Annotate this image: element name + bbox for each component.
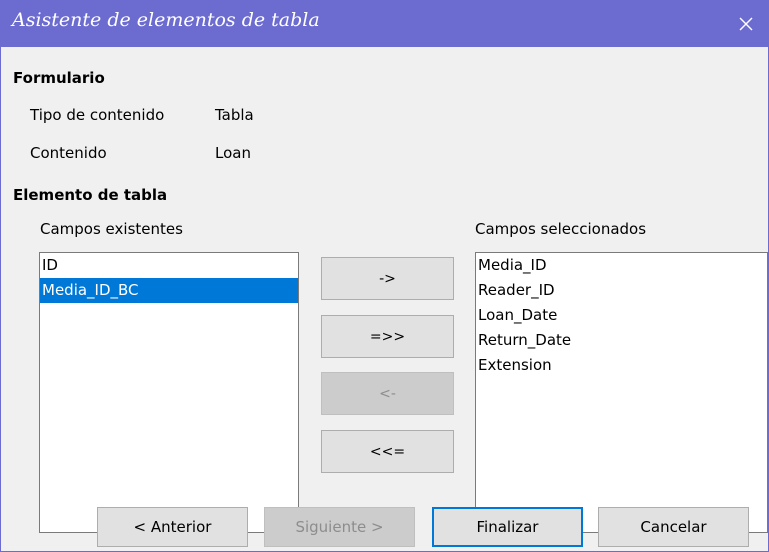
content-type-label: Tipo de contenido (30, 106, 165, 124)
list-item[interactable]: ID (40, 253, 298, 278)
selected-fields-label: Campos seleccionados (475, 220, 647, 238)
list-item[interactable]: Extension (476, 353, 767, 378)
content-value: Loan (215, 144, 251, 162)
existing-fields-label: Campos existentes (40, 220, 183, 238)
form-heading: Formulario (13, 69, 105, 87)
content-type-value: Tabla (215, 106, 254, 124)
existing-fields-list[interactable]: ID Media_ID_BC (39, 252, 299, 533)
title-bar: Asistente de elementos de tabla (0, 0, 769, 47)
list-item[interactable]: Loan_Date (476, 303, 767, 328)
finish-button[interactable]: Finalizar (432, 507, 583, 547)
list-item[interactable]: Return_Date (476, 328, 767, 353)
add-field-button[interactable]: -> (321, 257, 454, 300)
selected-fields-list[interactable]: Media_ID Reader_ID Loan_Date Return_Date… (475, 252, 768, 533)
close-button[interactable] (723, 0, 769, 47)
remove-all-fields-button[interactable]: <<= (321, 430, 454, 473)
back-button[interactable]: < Anterior (97, 507, 248, 547)
remove-field-button[interactable]: <- (321, 372, 454, 415)
table-element-heading: Elemento de tabla (13, 186, 168, 204)
dialog-body: Formulario Tipo de contenido Tabla Conte… (0, 47, 769, 552)
add-all-fields-button[interactable]: =>> (321, 315, 454, 358)
close-icon (739, 17, 753, 30)
content-label: Contenido (30, 144, 107, 162)
list-item[interactable]: Reader_ID (476, 278, 767, 303)
window-title: Asistente de elementos de tabla (12, 9, 320, 31)
list-item-selected[interactable]: Media_ID_BC (40, 278, 298, 303)
list-item[interactable]: Media_ID (476, 253, 767, 278)
cancel-button[interactable]: Cancelar (598, 507, 749, 547)
next-button[interactable]: Siguiente > (264, 507, 415, 547)
